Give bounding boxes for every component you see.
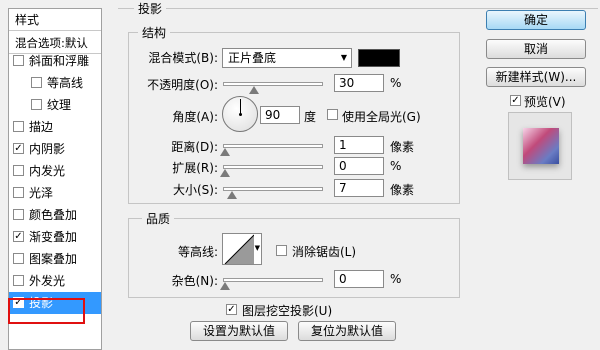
style-item-label: 颜色叠加 [29, 208, 78, 222]
spread-slider-thumb[interactable] [220, 169, 230, 177]
style-item-label: 斜面和浮雕 [29, 54, 90, 68]
blend-mode-select[interactable]: 正片叠底 ▼ [222, 48, 352, 68]
angle-dial-center [239, 113, 242, 116]
style-item-checkbox[interactable] [31, 77, 42, 88]
active-item-highlight [8, 298, 85, 324]
size-label: 大小(S): [172, 183, 218, 197]
style-item[interactable]: ✓ 渐变叠加 [9, 226, 101, 248]
angle-unit: 度 [304, 110, 317, 124]
style-item-checkbox[interactable]: ✓ [13, 143, 24, 154]
style-item-checkbox[interactable] [13, 275, 24, 286]
style-item[interactable]: 外发光 [9, 270, 101, 292]
style-item-label: 光泽 [29, 186, 54, 200]
style-item[interactable]: 纹理 [9, 94, 101, 116]
noise-slider-thumb[interactable] [220, 282, 230, 290]
angle-dial[interactable] [222, 96, 258, 132]
style-item-label: 等高线 [47, 76, 84, 90]
opacity-unit: % [390, 76, 402, 90]
new-style-button[interactable]: 新建样式(W)... [486, 67, 586, 87]
size-slider-thumb[interactable] [227, 191, 237, 199]
noise-label: 杂色(N): [171, 274, 218, 288]
size-unit: 像素 [390, 183, 415, 197]
style-item-checkbox[interactable] [13, 55, 24, 66]
style-item-checkbox[interactable]: ✓ [13, 231, 24, 242]
style-item-checkbox[interactable] [31, 99, 42, 110]
style-item-checkbox[interactable] [13, 187, 24, 198]
global-light-label: 使用全局光(G) [342, 110, 421, 124]
style-item-label: 渐变叠加 [29, 230, 78, 244]
spread-label: 扩展(R): [172, 161, 218, 175]
knockout-label: 图层挖空投影(U) [242, 304, 333, 318]
angle-label: 角度(A): [172, 110, 218, 124]
panel-title: 投影 [134, 0, 167, 17]
noise-unit: % [390, 272, 402, 286]
style-item-checkbox[interactable] [13, 209, 24, 220]
style-item-label: 纹理 [47, 98, 72, 112]
style-item-label: 图案叠加 [29, 252, 78, 266]
style-item-label: 外发光 [29, 274, 66, 288]
chevron-down-icon: ▼ [340, 53, 347, 62]
contour-label: 等高线: [177, 245, 218, 259]
size-input[interactable]: 7 [334, 179, 384, 197]
opacity-slider[interactable] [223, 82, 323, 86]
preview-checkbox[interactable]: ✓ [510, 95, 521, 106]
style-item[interactable]: 光泽 [9, 182, 101, 204]
noise-input[interactable]: 0 [334, 270, 384, 288]
distance-label: 距离(D): [171, 140, 218, 154]
spread-unit: % [390, 159, 402, 173]
global-light-checkbox[interactable] [327, 109, 338, 120]
antialias-checkbox[interactable] [276, 245, 287, 256]
make-default-button[interactable]: 设置为默认值 [190, 321, 288, 341]
blend-mode-value: 正片叠底 [228, 51, 277, 65]
preview-swatch [523, 128, 559, 164]
reset-default-button[interactable]: 复位为默认值 [298, 321, 396, 341]
cancel-button[interactable]: 取消 [486, 39, 586, 59]
contour-picker[interactable]: ▼ [222, 233, 262, 265]
style-item-checkbox[interactable] [13, 121, 24, 132]
opacity-input[interactable]: 30 [334, 74, 384, 92]
style-item[interactable]: 内发光 [9, 160, 101, 182]
chevron-down-icon: ▼ [254, 244, 260, 252]
title-divider [118, 8, 598, 9]
noise-slider[interactable] [223, 278, 323, 282]
distance-unit: 像素 [390, 140, 415, 154]
angle-input[interactable]: 90 [260, 106, 300, 124]
style-item[interactable]: 图案叠加 [9, 248, 101, 270]
style-item-checkbox[interactable] [13, 165, 24, 176]
style-item[interactable]: ✓ 内阴影 [9, 138, 101, 160]
knockout-checkbox[interactable]: ✓ [226, 304, 237, 315]
distance-slider-thumb[interactable] [220, 148, 230, 156]
styles-header[interactable]: 样式 [9, 9, 101, 31]
style-item[interactable]: 等高线 [9, 72, 101, 94]
quality-title: 品质 [142, 210, 175, 227]
style-item[interactable]: 斜面和浮雕 [9, 50, 101, 72]
spread-slider[interactable] [223, 165, 323, 169]
opacity-slider-thumb[interactable] [249, 86, 259, 94]
preview-label: 预览(V) [524, 95, 566, 109]
style-item[interactable]: 描边 [9, 116, 101, 138]
size-slider[interactable] [223, 187, 323, 191]
shadow-color-swatch[interactable] [358, 49, 400, 67]
style-preview [508, 112, 572, 180]
style-item-checkbox[interactable] [13, 253, 24, 264]
antialias-label: 消除锯齿(L) [292, 245, 357, 259]
style-item-label: 内发光 [29, 164, 66, 178]
style-item-label: 描边 [29, 120, 54, 134]
spread-input[interactable]: 0 [334, 157, 384, 175]
distance-slider[interactable] [223, 144, 323, 148]
blend-mode-label: 混合模式(B): [148, 51, 218, 65]
distance-input[interactable]: 1 [334, 136, 384, 154]
opacity-label: 不透明度(O): [147, 78, 218, 92]
style-item-label: 内阴影 [29, 142, 66, 156]
structure-title: 结构 [138, 24, 171, 41]
contour-preview-icon [224, 234, 254, 264]
ok-button[interactable]: 确定 [486, 10, 586, 30]
style-item[interactable]: 颜色叠加 [9, 204, 101, 226]
